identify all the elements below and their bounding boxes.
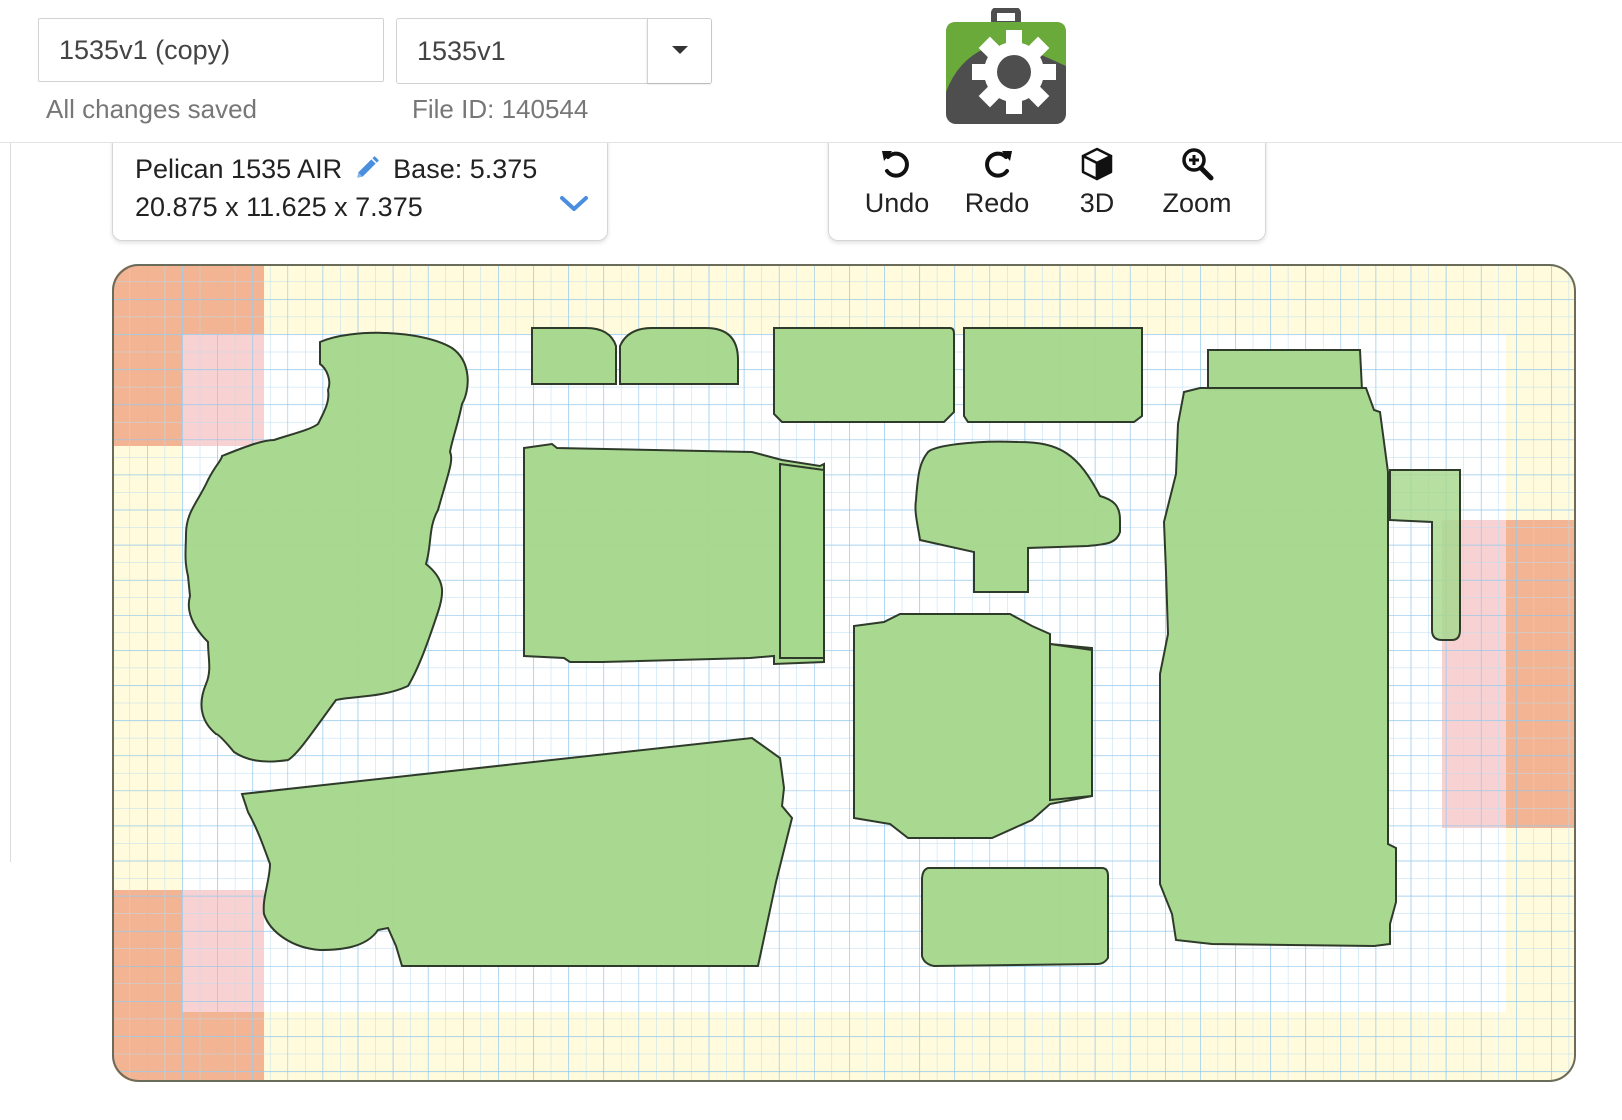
caret-down-icon: [672, 46, 688, 54]
case-dimensions: 20.875 x 11.625 x 7.375: [135, 192, 423, 222]
foam-layout-canvas[interactable]: [112, 264, 1576, 1082]
case-title-row: Pelican 1535 AIR Base: 5.375: [135, 154, 537, 185]
view-3d-label: 3D: [1079, 188, 1115, 218]
cutout-telephoto-lens[interactable]: [1159, 387, 1397, 948]
redo-icon: [985, 151, 1012, 178]
view-3d-button[interactable]: 3D: [1047, 146, 1147, 228]
version-select[interactable]: 1535v1: [396, 18, 712, 84]
version-dropdown-button[interactable]: [647, 19, 711, 83]
cutout-lens-large-cap[interactable]: [779, 462, 825, 659]
undo-label: Undo: [864, 188, 930, 218]
version-select-value: 1535v1: [417, 36, 506, 66]
layout-name-input[interactable]: [38, 18, 384, 82]
zoom-button[interactable]: Zoom: [1147, 146, 1247, 228]
case-name: Pelican 1535 AIR: [135, 154, 343, 184]
pencil-icon[interactable]: [354, 155, 380, 181]
cutout-block-left[interactable]: [773, 327, 955, 423]
redo-label: Redo: [964, 188, 1030, 218]
edit-toolbar: Undo Redo 3D Zoom: [828, 132, 1266, 241]
logo-icon: [946, 8, 1066, 124]
save-status: All changes saved: [46, 94, 258, 124]
case-info-panel[interactable]: Pelican 1535 AIR Base: 5.375 20.875 x 11…: [112, 132, 608, 241]
file-id: File ID: 140544: [412, 94, 589, 124]
cube-icon: [1081, 147, 1113, 181]
zoom-in-icon: [1182, 148, 1214, 181]
zoom-label: Zoom: [1162, 188, 1232, 218]
cutout-battery-box[interactable]: [921, 867, 1109, 968]
undo-button[interactable]: Undo: [847, 146, 947, 228]
cutout-lens-medium-cap[interactable]: [1049, 642, 1093, 802]
cutout-block-right[interactable]: [963, 327, 1143, 423]
case-base: Base: 5.375: [393, 154, 538, 184]
left-divider: [10, 142, 11, 862]
cutout-small-case-left[interactable]: [531, 327, 617, 385]
top-header: 1535v1 All changes saved File ID: 140544: [0, 0, 1622, 143]
redo-button[interactable]: Redo: [947, 146, 1047, 228]
cutout-telephoto-hood[interactable]: [1207, 349, 1364, 391]
cutout-small-case-right[interactable]: [619, 327, 739, 385]
chevron-down-icon[interactable]: [559, 194, 589, 214]
undo-icon: [882, 151, 909, 178]
